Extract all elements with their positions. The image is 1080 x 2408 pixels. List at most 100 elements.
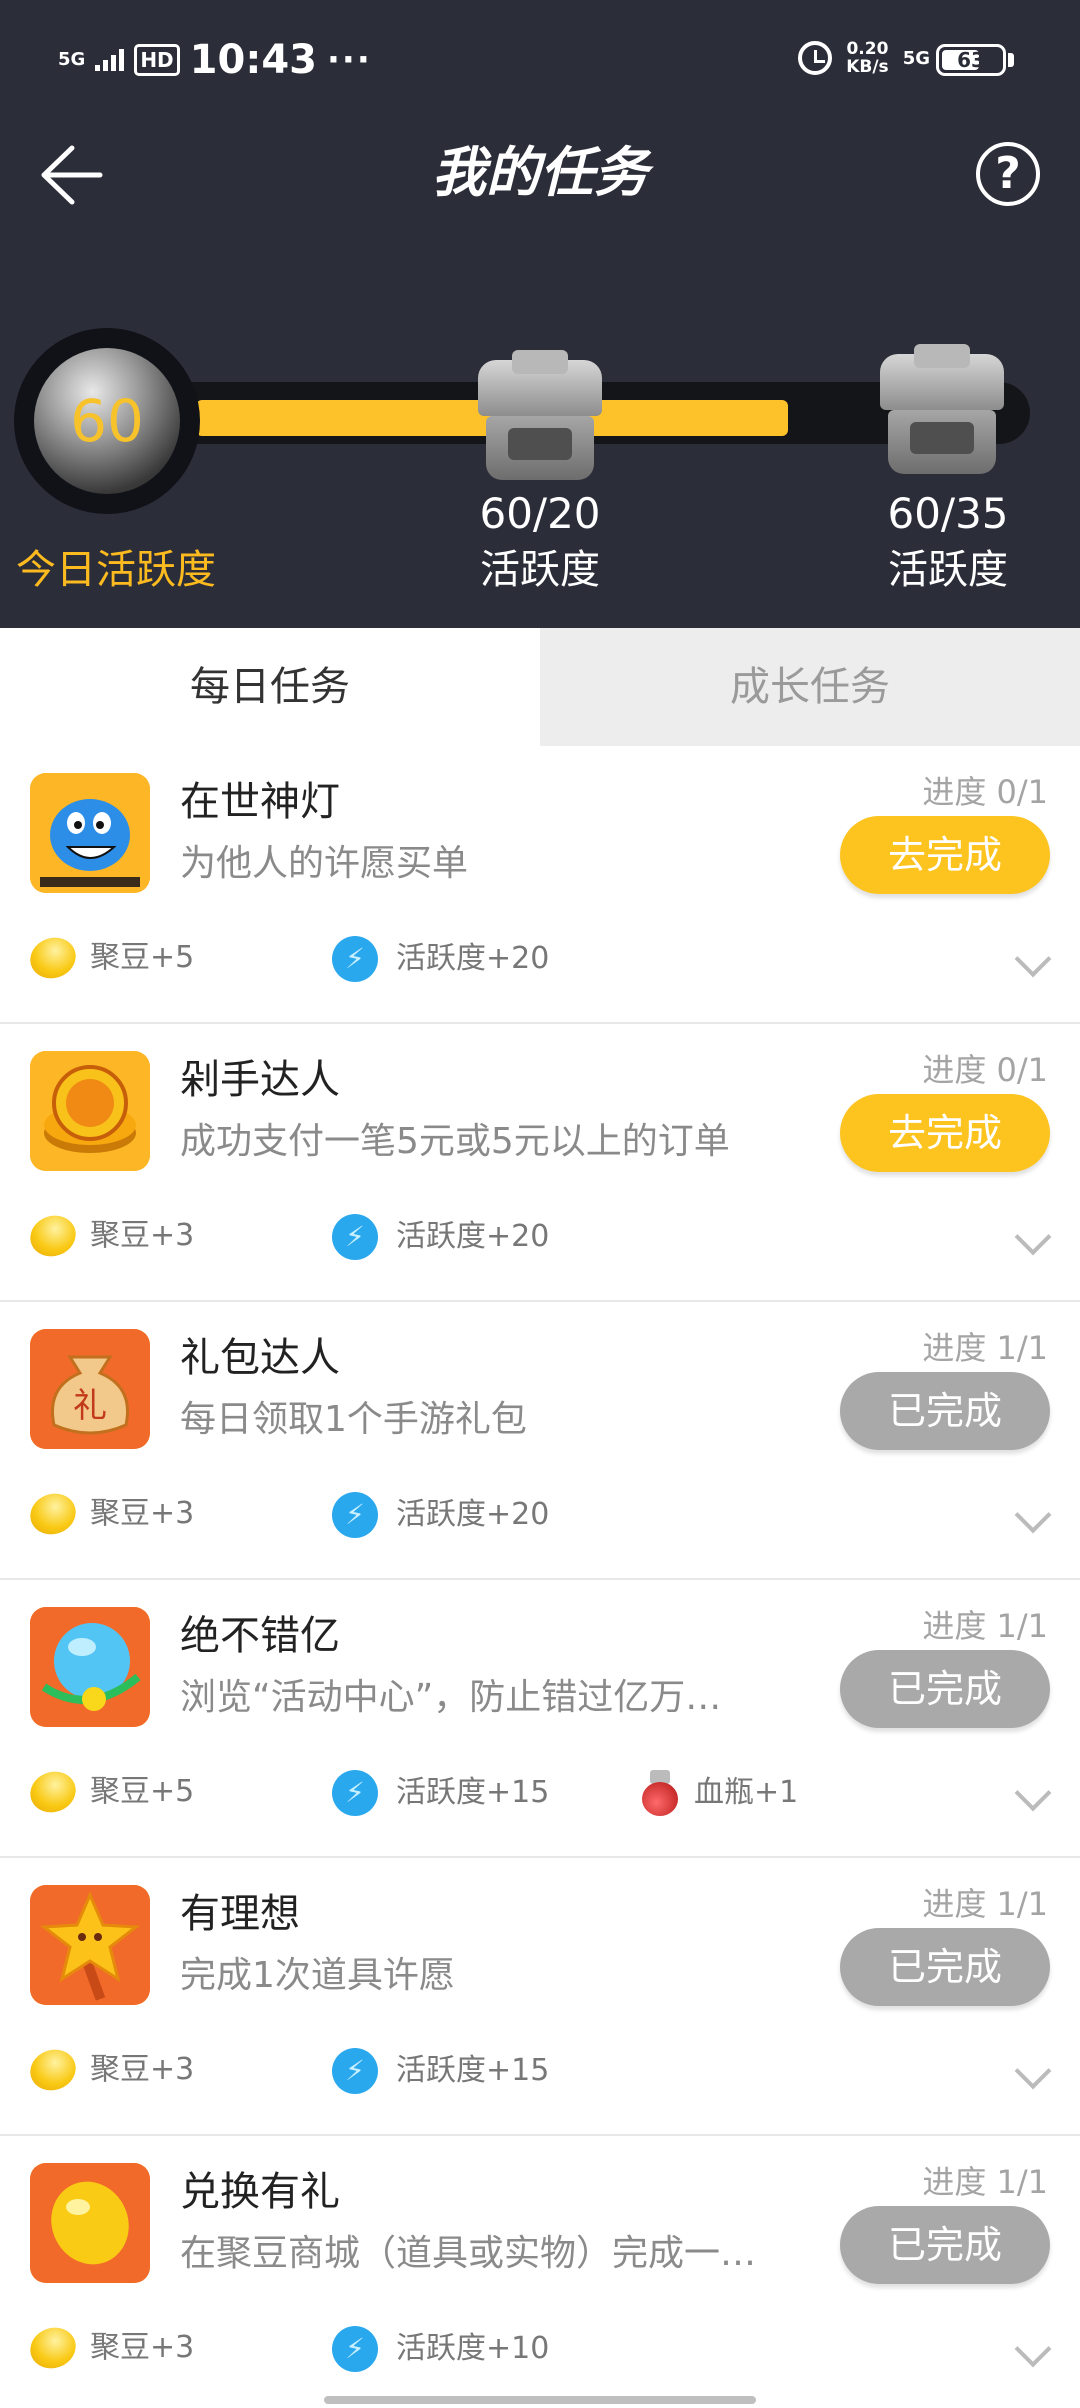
reward-item: 活跃度+20 [332,936,549,982]
task-item[interactable]: 在世神灯为他人的许愿买单 进度 0/1 去完成聚豆+5 活跃度+20 [0,746,1080,1024]
activity-icon [332,2326,378,2372]
reward-text: 聚豆+3 [90,1496,195,1531]
task-description: 每日领取1个手游礼包 [180,1399,527,1440]
task-title: 绝不错亿 [180,1613,340,1659]
task-tabs: 每日任务 成长任务 [0,628,1080,746]
task-go-complete-button[interactable]: 去完成 [840,816,1050,894]
header: 5G HD 10:43 ··· 0.20 KB/s 5G 63 我的任务 ? 6… [0,0,1080,628]
reward-item: 聚豆+5 [24,931,195,985]
chevron-down-icon[interactable] [1014,940,1052,978]
task-item[interactable]: 绝不错亿浏览“活动中心”，防止错过亿万… 进度 1/1 已完成聚豆+5 活跃度+15 血… [0,1580,1080,1858]
coins-icon [30,1051,150,1171]
network-type: 5G [58,49,86,70]
tab-daily-tasks[interactable]: 每日任务 [0,628,540,746]
battery-icon: 63 [936,44,1006,76]
treasure-chest-icon[interactable] [478,350,602,482]
task-completed-button[interactable]: 已完成 [840,1650,1050,1728]
chevron-down-icon[interactable] [1014,2330,1052,2368]
task-progress: 进度 1/1 [922,1607,1048,1645]
task-item[interactable]: 有理想完成1次道具许愿 进度 1/1 已完成聚豆+3 活跃度+15 [0,1858,1080,2136]
task-item[interactable]: 剁手达人成功支付一笔5元或5元以上的订单 进度 0/1 去完成聚豆+3 活跃度+20 [0,1024,1080,1302]
task-title: 有理想 [180,1891,300,1937]
tab-growth-tasks[interactable]: 成长任务 [540,628,1080,746]
task-go-complete-button[interactable]: 去完成 [840,1094,1050,1172]
task-description: 在聚豆商城（道具或实物）完成一… [180,2233,757,2274]
milestone-label-1: 活跃度 [480,547,600,593]
milestone-label-2: 活跃度 [888,547,1008,593]
milestone-value-2: 60/35 [887,489,1009,538]
alarm-icon [798,41,833,75]
reward-text: 聚豆+5 [90,1774,195,1809]
task-completed-button[interactable]: 已完成 [840,1372,1050,1450]
reward-text: 活跃度+20 [396,1219,550,1254]
chevron-down-icon[interactable] [1014,1496,1052,1534]
page-title: 我的任务 [432,141,648,204]
reward-text: 活跃度+10 [396,2331,550,2366]
svg-text:礼: 礼 [73,1386,107,1426]
bean-icon [24,2321,82,2375]
chevron-down-icon[interactable] [1014,2052,1052,2090]
task-description: 浏览“活动中心”，防止错过亿万… [180,1677,722,1718]
reward-item: 血瓶+1 [640,1770,798,1816]
globe-icon [30,1607,150,1727]
task-item[interactable]: 礼 礼包达人每日领取1个手游礼包 进度 1/1 已完成聚豆+3 活跃度+20 [0,1302,1080,1580]
activity-icon [332,936,378,982]
activity-icon [332,2048,378,2094]
speed-value: 0.20 [846,39,889,59]
status-bar: 5G HD 10:43 ··· 0.20 KB/s 5G 63 [0,0,1080,120]
task-completed-button[interactable]: 已完成 [840,1928,1050,2006]
speed-unit: KB/s [846,57,889,77]
reward-text: 活跃度+15 [396,2053,550,2088]
bean-icon [24,1487,82,1541]
task-description: 为他人的许愿买单 [180,843,469,884]
task-title: 礼包达人 [180,1335,340,1381]
task-title: 剁手达人 [180,1057,340,1103]
genie-lamp-icon [30,773,150,893]
reward-item: 活跃度+15 [332,1770,549,1816]
milestone-value-1: 60/20 [479,489,601,538]
reward-item: 聚豆+3 [24,2321,195,2375]
signal-icon [95,49,125,71]
reward-item: 聚豆+3 [24,2043,195,2097]
reward-item: 活跃度+20 [332,1492,549,1538]
reward-item: 活跃度+20 [332,1214,549,1260]
reward-item: 聚豆+3 [24,1487,195,1541]
reward-text: 活跃度+15 [396,1775,550,1810]
reward-text: 血瓶+1 [694,1775,799,1810]
hd-badge: HD [134,44,180,76]
treasure-chest-icon[interactable] [880,344,1004,476]
reward-text: 聚豆+3 [90,1218,195,1253]
activity-score: 60 [70,387,144,455]
activity-icon [332,1214,378,1260]
task-progress: 进度 1/1 [922,2163,1048,2201]
bean-icon [24,1209,82,1263]
more-notifications-icon: ··· [326,40,372,80]
task-description: 成功支付一笔5元或5元以上的订单 [180,1121,730,1162]
task-list: 在世神灯为他人的许愿买单进度 0/1去完成聚豆+5活跃度+20剁手达人成功支付一… [0,746,1080,2408]
activity-icon [332,1492,378,1538]
reward-item: 活跃度+10 [332,2326,549,2372]
chevron-down-icon[interactable] [1014,1218,1052,1256]
reward-text: 聚豆+3 [90,2330,195,2365]
task-completed-button[interactable]: 已完成 [840,2206,1050,2284]
bean-icon [24,931,82,985]
task-item[interactable]: 兑换有礼在聚豆商城（道具或实物）完成一… 进度 1/1 已完成聚豆+3 活跃度+10 [0,2136,1080,2408]
network-speed: 0.20 KB/s [846,40,888,76]
potion-icon [640,1770,680,1816]
battery-cap [1008,53,1014,67]
reward-item: 聚豆+3 [24,1209,195,1263]
activity-icon [332,1770,378,1816]
task-progress: 进度 1/1 [922,1329,1048,1367]
task-title: 在世神灯 [180,779,340,825]
task-progress: 进度 0/1 [922,773,1048,811]
clock: 10:43 [189,37,317,83]
home-indicator[interactable] [324,2396,756,2404]
reward-text: 聚豆+5 [90,940,195,975]
reward-item: 活跃度+15 [332,2048,549,2094]
reward-text: 活跃度+20 [396,1497,550,1532]
reward-text: 聚豆+3 [90,2052,195,2087]
chevron-down-icon[interactable] [1014,1774,1052,1812]
reward-text: 活跃度+20 [396,941,550,976]
task-title: 兑换有礼 [180,2169,340,2215]
help-icon[interactable]: ? [976,142,1040,206]
